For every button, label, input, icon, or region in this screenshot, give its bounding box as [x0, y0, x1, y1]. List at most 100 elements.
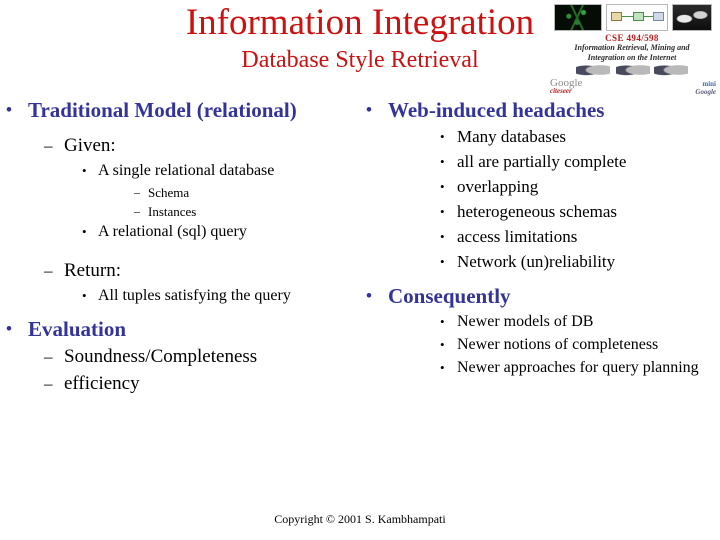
bullet-given: – Given: — [44, 133, 364, 158]
left-heading-2: Evaluation — [28, 317, 127, 341]
bullet-web-induced-headaches: • Web-induced headaches — [366, 97, 716, 123]
given-item-1: A relational (sql) query — [98, 223, 247, 240]
right-heading-2: Consequently — [388, 284, 511, 308]
round-bullet-icon: • — [82, 163, 87, 178]
round-bullet-icon: • — [440, 179, 445, 194]
list-item: – Schema — [134, 183, 364, 202]
left-given-items-list: • A single relational database — [6, 160, 364, 182]
evaluation-item-1: efficiency — [64, 373, 140, 394]
consequently-item-0: Newer models of DB — [457, 313, 594, 330]
dash-bullet-icon: – — [134, 204, 140, 218]
bullet-return: – Return: — [44, 258, 364, 283]
headache-item-3: heterogeneous schemas — [457, 202, 618, 221]
photo-thumbnail — [672, 4, 712, 31]
right-level1-list: • Web-induced headaches — [366, 97, 716, 123]
list-item: • Newer models of DB — [440, 311, 716, 332]
headache-item-0: Many databases — [457, 127, 567, 146]
left-given-subitems-list: – Schema – Instances — [6, 183, 364, 221]
copyright-footer: Copyright © 2001 S. Kambhampati — [274, 512, 446, 526]
left-given-items-list-2: • A relational (sql) query — [6, 221, 364, 243]
round-bullet-icon: • — [6, 100, 12, 119]
mining-bird-icon — [654, 62, 688, 78]
consequently-item-2: Newer approaches for query planning — [457, 359, 699, 376]
right-heading-1: Web-induced headaches — [388, 98, 605, 122]
left-level1-list: • Traditional Model (relational) — [6, 97, 364, 123]
mining-bird-icon — [616, 62, 650, 78]
diagram-link-1 — [622, 16, 633, 17]
right-headache-list: • Many databases • all are partially com… — [366, 125, 716, 274]
round-bullet-icon: • — [440, 337, 445, 352]
headache-item-1: all are partially complete — [457, 152, 627, 171]
dash-bullet-icon: – — [44, 136, 53, 155]
round-bullet-icon: • — [440, 314, 445, 329]
round-bullet-icon: • — [82, 224, 87, 239]
slide-canvas: Information Integration Database Style R… — [0, 0, 720, 540]
diagram-node-client — [653, 12, 664, 21]
consequently-item-1: Newer notions of completeness — [457, 336, 659, 353]
right-level1-list-2: • Consequently — [366, 283, 716, 309]
round-bullet-icon: • — [366, 100, 372, 119]
bullet-evaluation: • Evaluation — [6, 316, 364, 342]
minigoogle-logo: mini Google — [695, 80, 716, 96]
given-item-0: A single relational database — [98, 162, 275, 179]
headache-item-5: Network (un)reliability — [457, 252, 616, 271]
round-bullet-icon: • — [440, 360, 445, 375]
round-bullet-icon: • — [6, 319, 12, 338]
list-item: – Instances — [134, 202, 364, 221]
banner-bird-row — [576, 62, 696, 79]
minigoogle-logo-line-1: mini — [702, 80, 716, 88]
round-bullet-icon: • — [440, 204, 445, 219]
return-label: Return: — [64, 260, 121, 281]
right-content-column: • Web-induced headaches • Many databases… — [366, 97, 716, 380]
list-item: – Soundness/Completeness — [44, 344, 364, 369]
list-item: • Newer notions of completeness — [440, 334, 716, 355]
return-item-0: All tuples satisfying the query — [98, 287, 291, 304]
bullet-traditional-model: • Traditional Model (relational) — [6, 97, 364, 123]
banner-tagline-line-2: Integration on the Internet — [587, 52, 677, 62]
list-item: • access limitations — [440, 225, 716, 249]
network-graph-thumbnail — [554, 4, 602, 31]
list-item: – efficiency — [44, 371, 364, 396]
diagram-node-source — [611, 12, 622, 21]
round-bullet-icon: • — [440, 129, 445, 144]
list-item: • all are partially complete — [440, 150, 716, 174]
list-item: • heterogeneous schemas — [440, 200, 716, 224]
banner-tagline-line-1: Information Retrieval, Mining and — [574, 43, 690, 52]
list-item: • All tuples satisfying the query — [82, 285, 364, 307]
round-bullet-icon: • — [440, 154, 445, 169]
given-subitem-1: Instances — [148, 204, 197, 219]
given-label: Given: — [64, 135, 116, 156]
left-given-list: – Given: — [6, 133, 364, 158]
dash-bullet-icon: – — [134, 185, 140, 199]
citeseer-logo: citeseer — [550, 87, 572, 95]
list-item: • Many databases — [440, 125, 716, 149]
bullet-consequently: • Consequently — [366, 283, 716, 309]
banner-tagline: Information Retrieval, Mining and Integr… — [546, 43, 718, 62]
headache-item-4: access limitations — [457, 227, 578, 246]
architecture-diagram-thumbnail — [606, 4, 668, 31]
dash-bullet-icon: – — [44, 347, 53, 366]
minigoogle-logo-line-2: Google — [695, 88, 716, 96]
evaluation-item-0: Soundness/Completeness — [64, 346, 258, 367]
left-evaluation-list: – Soundness/Completeness – efficiency — [6, 344, 364, 396]
headache-item-2: overlapping — [457, 177, 539, 196]
round-bullet-icon: • — [366, 286, 372, 305]
left-level1-list-2: • Evaluation — [6, 316, 364, 342]
left-content-column: • Traditional Model (relational) – Given… — [6, 97, 364, 398]
list-item: • overlapping — [440, 175, 716, 199]
list-item: • A relational (sql) query — [82, 221, 364, 243]
mining-bird-icon — [576, 62, 610, 78]
dash-bullet-icon: – — [44, 374, 53, 393]
given-subitem-0: Schema — [148, 185, 190, 200]
course-banner-image: CSE 494/598 Information Retrieval, Minin… — [544, 0, 720, 98]
round-bullet-icon: • — [440, 229, 445, 244]
diagram-node-mediator — [633, 12, 644, 21]
banner-thumbnail-row — [544, 4, 720, 32]
right-consequently-list: • Newer models of DB • Newer notions of … — [366, 311, 716, 378]
list-item: • A single relational database — [82, 160, 364, 182]
list-item: • Newer approaches for query planning — [440, 357, 716, 378]
